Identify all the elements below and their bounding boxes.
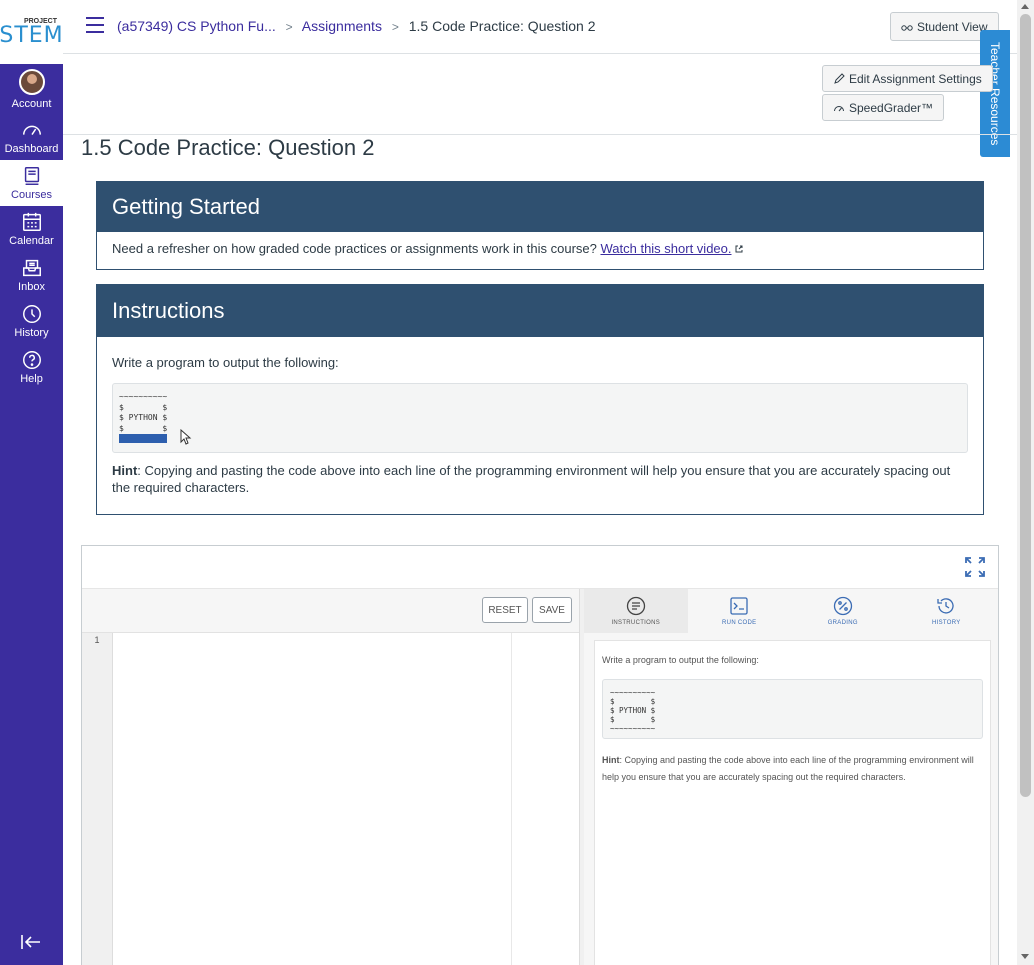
breadcrumb: (a57349) CS Python Fu... > Assignments >… — [117, 18, 596, 34]
page-title: 1.5 Code Practice: Question 2 — [81, 135, 375, 160]
inbox-icon — [22, 259, 41, 277]
nav-courses-label: Courses — [11, 189, 52, 201]
code-line: ~~~~~~~~~~ — [119, 392, 168, 401]
glasses-icon — [901, 24, 913, 31]
nav-inbox-label: Inbox — [18, 281, 45, 293]
dashboard-icon — [22, 125, 41, 135]
breadcrumb-assignments-link[interactable]: Assignments — [302, 18, 382, 34]
courses-icon — [24, 167, 39, 185]
save-button[interactable]: SAVE — [532, 597, 572, 623]
hamburger-menu-button[interactable] — [86, 17, 104, 33]
mouse-pointer-icon — [180, 429, 192, 445]
code-line: $ PYTHON $ — [119, 413, 168, 422]
hint-text: Hint: Copying and pasting the code above… — [112, 462, 968, 496]
global-nav: PROJECT STEM Account Dashboard Courses C… — [0, 0, 63, 965]
speedgrader-icon — [834, 105, 844, 111]
breadcrumb-separator-icon: > — [391, 20, 399, 34]
pencil-icon — [834, 72, 845, 84]
tab-instructions[interactable]: INSTRUCTIONS — [584, 589, 688, 633]
breadcrumb-separator-icon: > — [285, 20, 293, 34]
nav-history[interactable]: History — [0, 298, 63, 344]
instructions-panel: Instructions Write a program to output t… — [96, 284, 984, 515]
top-bar: (a57349) CS Python Fu... > Assignments >… — [63, 0, 1017, 54]
tab-history[interactable]: HISTORY — [895, 589, 999, 633]
fullscreen-icon[interactable] — [964, 556, 986, 578]
watch-video-link[interactable]: Watch this short video. — [600, 241, 731, 256]
collapse-left-icon — [21, 935, 40, 949]
code-line: $ $ — [119, 402, 168, 412]
history-icon — [937, 598, 954, 614]
getting-started-text: Need a refresher on how graded code prac… — [112, 241, 597, 256]
clock-icon — [22, 305, 41, 323]
external-link-icon — [735, 245, 743, 253]
help-icon — [22, 351, 41, 369]
teacher-resources-tab[interactable]: Teacher Resources — [980, 30, 1010, 157]
terminal-icon — [730, 597, 748, 615]
print-margin — [511, 633, 512, 965]
grading-icon — [833, 596, 852, 616]
panel-code-sample[interactable]: ~~~~~~~~~~ $ $ $ PYTHON $ $ $ ~~~~~~~~~~ — [602, 679, 983, 739]
nav-dashboard[interactable]: Dashboard — [0, 114, 63, 160]
code-ide: RESET SAVE 1 INSTRUCTIONS RUN CODE GRADI… — [81, 545, 999, 965]
side-panel-instructions: Write a program to output the following:… — [594, 640, 991, 965]
code-editor[interactable] — [113, 633, 579, 965]
panel-instructions-prompt: Write a program to output the following: — [602, 655, 759, 665]
nav-history-label: History — [14, 327, 49, 339]
hint-body: : Copying and pasting the code above int… — [112, 463, 951, 495]
edit-assignment-settings-button[interactable]: Edit Assignment Settings — [822, 65, 993, 92]
panel-hint-label: Hint — [602, 755, 620, 765]
student-view-label: Student View — [917, 19, 988, 34]
selected-text: ~~~~~~~~~~ — [119, 434, 168, 443]
scroll-thumb[interactable] — [1020, 14, 1031, 797]
panel-hint-text: Hint: Copying and pasting the code above… — [602, 752, 983, 786]
teacher-resources-label: Teacher Resources — [988, 42, 1002, 146]
calendar-icon — [22, 212, 41, 231]
instructions-prompt: Write a program to output the following: — [112, 355, 339, 370]
collapse-nav-button[interactable] — [20, 934, 42, 955]
speedgrader-label: SpeedGrader™ — [849, 100, 934, 115]
nav-inbox[interactable]: Inbox — [0, 252, 63, 298]
edit-settings-label: Edit Assignment Settings — [849, 71, 982, 86]
getting-started-heading: Getting Started — [97, 182, 983, 232]
scroll-down-icon[interactable] — [1021, 954, 1029, 959]
panel-hint-body: : Copying and pasting the code above int… — [602, 755, 974, 782]
nav-courses[interactable]: Courses — [0, 160, 63, 206]
nav-account-label: Account — [11, 97, 52, 110]
nav-calendar-label: Calendar — [9, 235, 54, 247]
ide-toolbar — [82, 546, 998, 589]
code-line-selected: ~~~~~~~~~~ — [119, 434, 961, 445]
tab-run-code[interactable]: RUN CODE — [688, 589, 792, 633]
instructions-icon — [626, 596, 645, 616]
nav-calendar[interactable]: Calendar — [0, 206, 63, 252]
getting-started-panel: Getting Started Need a refresher on how … — [96, 181, 984, 270]
breadcrumb-current: 1.5 Code Practice: Question 2 — [408, 18, 596, 34]
code-line: $ $ — [119, 423, 168, 433]
tab-grading[interactable]: GRADING — [791, 589, 895, 633]
scroll-up-icon[interactable] — [1021, 4, 1029, 9]
nav-help-label: Help — [20, 373, 43, 385]
breadcrumb-course-link[interactable]: (a57349) CS Python Fu... — [117, 18, 276, 34]
line-number-gutter: 1 — [82, 633, 113, 965]
logo-main-text: STEM — [0, 22, 64, 48]
instructions-heading: Instructions — [97, 285, 983, 337]
line-number: 1 — [94, 635, 100, 645]
nav-account[interactable]: Account — [0, 64, 63, 114]
speedgrader-button[interactable]: SpeedGrader™ — [822, 94, 945, 121]
tab-instructions-label: INSTRUCTIONS — [611, 620, 661, 626]
tab-run-code-label: RUN CODE — [722, 620, 757, 626]
project-stem-logo[interactable]: PROJECT STEM — [0, 0, 63, 64]
nav-help[interactable]: Help — [0, 344, 63, 390]
page-scrollbar[interactable] — [1017, 0, 1034, 965]
nav-dashboard-label: Dashboard — [4, 143, 59, 155]
reset-button[interactable]: RESET — [482, 597, 528, 623]
hint-label: Hint — [112, 463, 138, 478]
tab-history-label: HISTORY — [931, 620, 961, 626]
avatar — [18, 68, 45, 95]
tab-grading-label: GRADING — [827, 620, 858, 626]
code-sample[interactable]: ~~~~~~~~~~ $ $ $ PYTHON $ $ $ ~~~~~~~~~~ — [112, 383, 968, 453]
side-panel: INSTRUCTIONS RUN CODE GRADING HISTORY Wr… — [584, 589, 998, 965]
side-panel-tabs: INSTRUCTIONS RUN CODE GRADING HISTORY — [584, 589, 998, 633]
editor-toolbar: RESET SAVE — [82, 589, 579, 633]
